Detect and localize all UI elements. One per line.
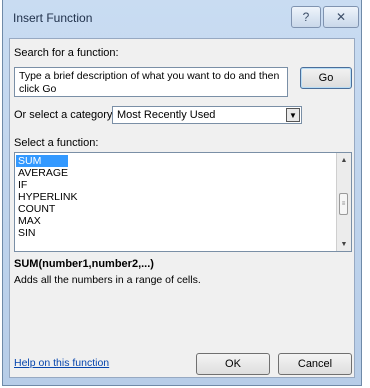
insert-function-dialog: Insert Function ? ✕ Search for a functio… bbox=[2, 0, 362, 386]
scroll-up-arrow-icon[interactable]: ▲ bbox=[337, 153, 351, 167]
ok-button[interactable]: OK bbox=[196, 353, 270, 375]
function-list-label: Select a function: bbox=[14, 137, 99, 149]
list-item[interactable]: MAX bbox=[16, 215, 334, 227]
category-selected-value: Most Recently Used bbox=[117, 109, 216, 121]
question-mark-icon: ? bbox=[302, 10, 310, 24]
scroll-down-arrow-icon[interactable]: ▼ bbox=[337, 237, 351, 251]
scrollbar-thumb[interactable]: ≡ bbox=[339, 193, 348, 215]
function-syntax: SUM(number1,number2,...) bbox=[14, 258, 154, 270]
function-description: Adds all the numbers in a range of cells… bbox=[14, 274, 201, 286]
list-item[interactable]: COUNT bbox=[16, 203, 334, 215]
list-item[interactable]: SUM bbox=[16, 155, 68, 167]
help-button[interactable]: ? bbox=[291, 6, 321, 28]
help-on-function-link[interactable]: Help on this function bbox=[14, 357, 109, 369]
category-label: Or select a category: bbox=[14, 109, 116, 121]
dialog-title: Insert Function bbox=[13, 11, 93, 25]
chevron-down-icon[interactable]: ▼ bbox=[286, 108, 300, 122]
list-item[interactable]: AVERAGE bbox=[16, 167, 334, 179]
category-select[interactable]: Most Recently Used ▼ bbox=[112, 106, 302, 124]
function-listbox[interactable]: SUM AVERAGE IF HYPERLINK COUNT MAX SIN ▲… bbox=[14, 152, 352, 252]
cancel-button[interactable]: Cancel bbox=[278, 353, 352, 375]
search-label: Search for a function: bbox=[14, 47, 119, 59]
go-button[interactable]: Go bbox=[300, 67, 352, 89]
title-bar[interactable]: Insert Function ? ✕ bbox=[3, 0, 361, 38]
list-item[interactable]: SIN bbox=[16, 227, 334, 239]
list-item[interactable]: IF bbox=[16, 179, 334, 191]
dialog-body: Search for a function: Type a brief desc… bbox=[9, 38, 355, 378]
close-button[interactable]: ✕ bbox=[323, 6, 359, 28]
search-input[interactable]: Type a brief description of what you wan… bbox=[14, 67, 288, 97]
close-icon: ✕ bbox=[335, 10, 347, 24]
vertical-scrollbar[interactable]: ▲ ≡ ▼ bbox=[336, 153, 351, 251]
list-item[interactable]: HYPERLINK bbox=[16, 191, 334, 203]
